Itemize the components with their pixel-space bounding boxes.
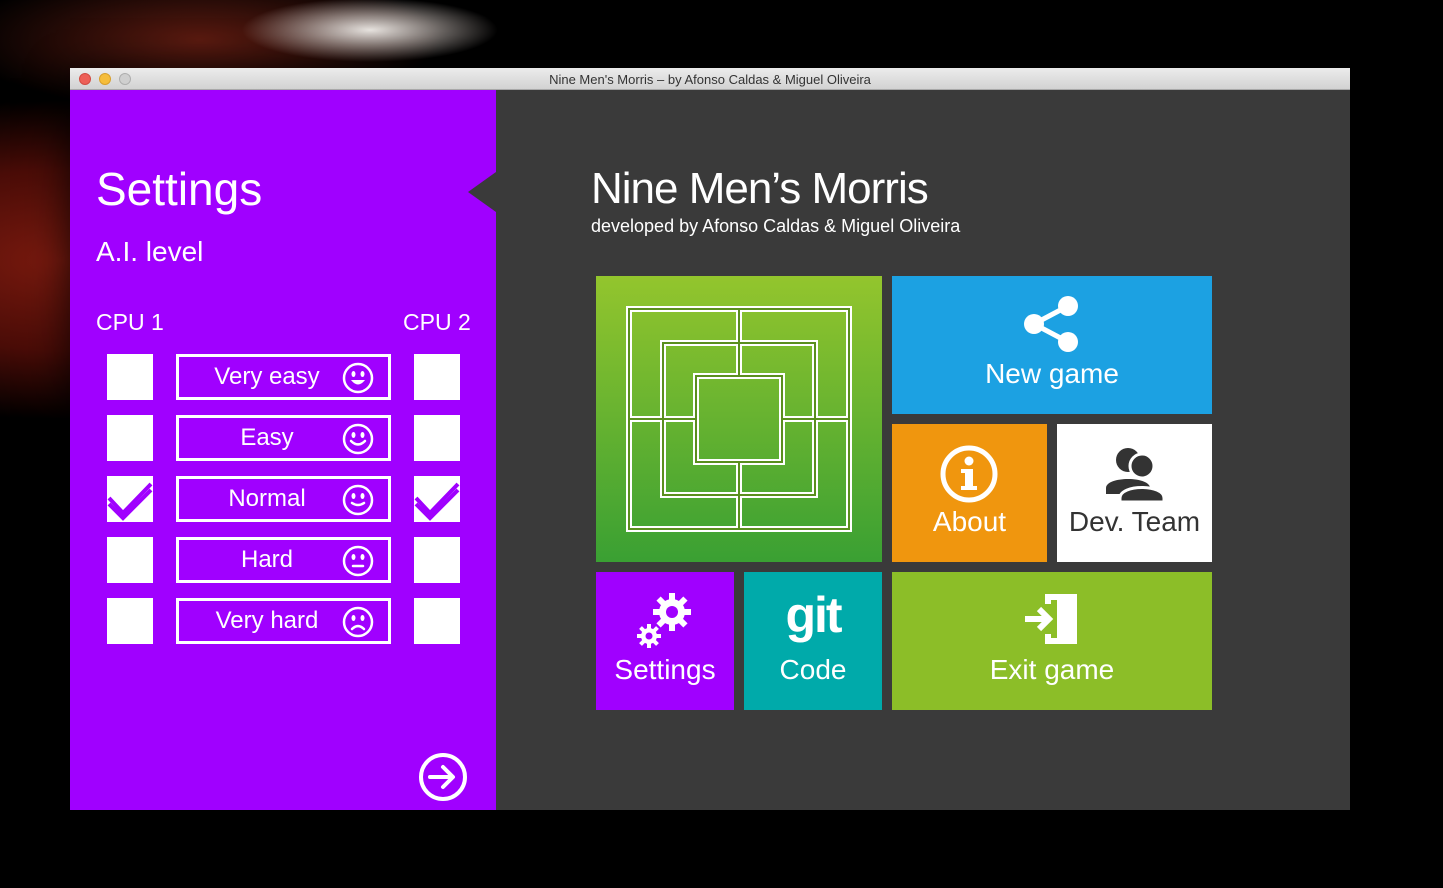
ai-level-button[interactable]: Hard	[176, 537, 391, 583]
ai-level-label: Hard	[240, 546, 294, 573]
info-icon	[940, 445, 998, 503]
ai-level-button[interactable]: Easy	[176, 415, 391, 461]
cpu2-level-checkbox[interactable]	[414, 354, 460, 400]
slight-smile-face-icon	[342, 484, 374, 516]
cpu1-level-checkbox[interactable]	[107, 415, 153, 461]
about-tile[interactable]: About	[892, 424, 1047, 562]
code-tile[interactable]: git Code	[744, 572, 882, 710]
cpu1-level-checkbox[interactable]	[107, 598, 153, 644]
cpu1-label: CPU 1	[96, 309, 164, 335]
ai-level-label: Very hard	[215, 607, 319, 634]
app-subtitle: developed by Afonso Caldas & Miguel Oliv…	[591, 216, 961, 236]
neutral-face-icon	[342, 545, 374, 577]
ai-level-heading: A.I. level	[96, 236, 204, 267]
cpu2-level-checkbox[interactable]	[414, 476, 460, 522]
ai-level-button[interactable]: Normal	[176, 476, 391, 522]
ai-level-button[interactable]: Very easy	[176, 354, 391, 400]
settings-label: Settings	[614, 654, 716, 685]
share-icon	[1024, 296, 1078, 352]
title-bar: Nine Men's Morris – by Afonso Caldas & M…	[70, 68, 1350, 90]
settings-sidebar: Settings A.I. level CPU 1 CPU 2 Very eas…	[70, 90, 496, 810]
exit-game-label: Exit game	[989, 654, 1115, 685]
settings-tile[interactable]: Settings	[596, 572, 734, 710]
cpu2-level-checkbox[interactable]	[414, 415, 460, 461]
arrow-right-circle-icon[interactable]	[418, 752, 468, 802]
new-game-label: New game	[985, 358, 1119, 389]
cpu1-level-checkbox[interactable]	[107, 537, 153, 583]
sidebar-pointer	[468, 172, 496, 212]
sidebar-title: Settings	[96, 163, 263, 215]
app-content: Settings A.I. level CPU 1 CPU 2 Very eas…	[70, 90, 1350, 810]
ai-level-label: Very easy	[214, 363, 320, 390]
gears-icon	[637, 593, 691, 648]
new-game-tile[interactable]: New game	[892, 276, 1212, 414]
app-title: Nine Men’s Morris	[591, 164, 929, 213]
cpu1-level-checkbox[interactable]	[107, 476, 153, 522]
ai-level-label: Easy	[240, 424, 294, 451]
exit-door-icon	[1025, 594, 1077, 644]
cpu1-level-checkbox[interactable]	[107, 354, 153, 400]
about-label: About	[932, 506, 1007, 537]
team-users-icon	[1106, 448, 1166, 502]
code-label: Code	[779, 654, 847, 685]
smile-face-icon	[342, 423, 374, 455]
morris-board-icon	[626, 306, 852, 532]
cpu2-level-checkbox[interactable]	[414, 537, 460, 583]
board-tile[interactable]	[596, 276, 882, 562]
ai-level-label: Normal	[228, 485, 306, 512]
window-title: Nine Men's Morris – by Afonso Caldas & M…	[549, 72, 871, 87]
cpu2-label: CPU 2	[403, 309, 471, 335]
git-logo: git	[785, 587, 842, 643]
dev-team-label: Dev. Team	[1068, 506, 1201, 537]
big-smile-face-icon	[342, 362, 374, 394]
ai-level-button[interactable]: Very hard	[176, 598, 391, 644]
dev-team-tile[interactable]: Dev. Team	[1057, 424, 1212, 562]
cpu2-level-checkbox[interactable]	[414, 598, 460, 644]
sad-face-icon	[342, 606, 374, 638]
exit-game-tile[interactable]: Exit game	[892, 572, 1212, 710]
app-window: Nine Men's Morris – by Afonso Caldas & M…	[70, 68, 1350, 810]
